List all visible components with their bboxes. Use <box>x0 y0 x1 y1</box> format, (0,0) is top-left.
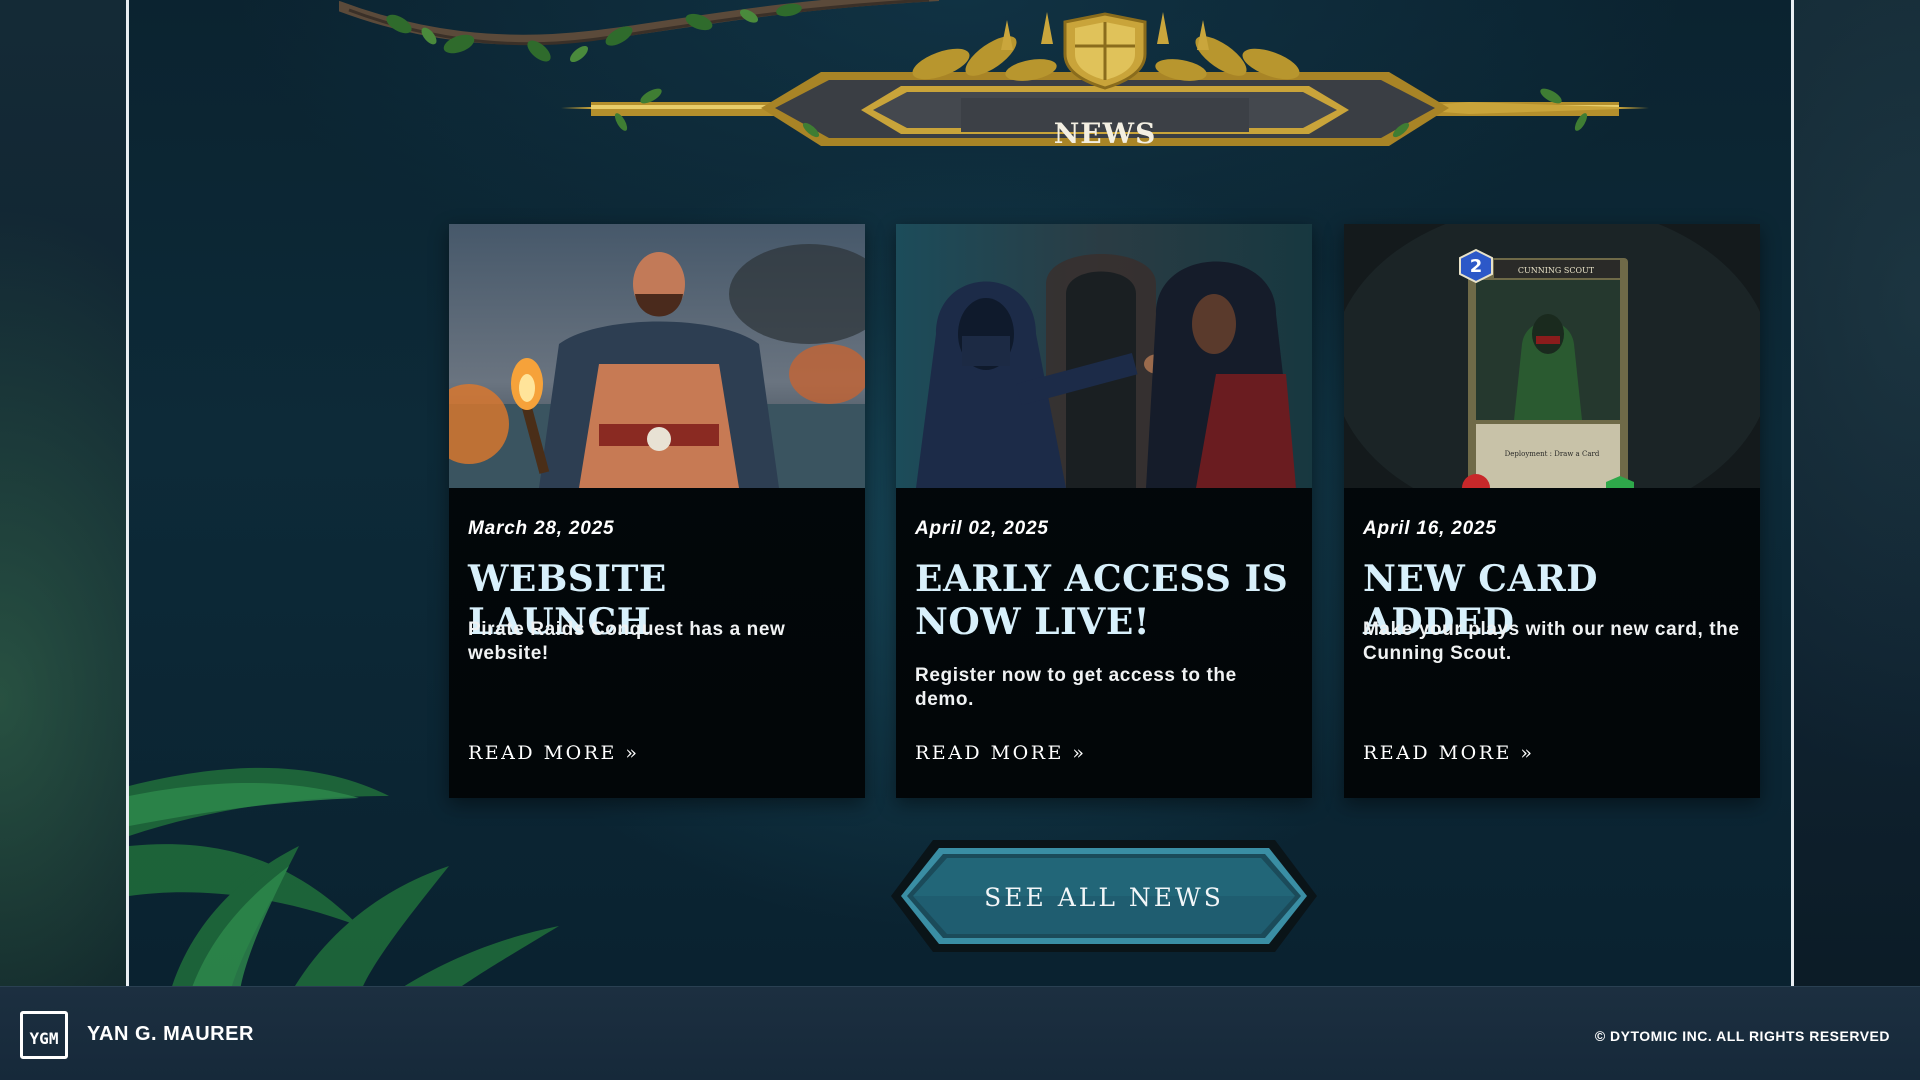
news-card-image[interactable] <box>449 224 865 488</box>
see-all-news-label: SEE ALL NEWS <box>984 883 1224 912</box>
see-all-news-button[interactable]: SEE ALL NEWS <box>891 836 1317 956</box>
card-cost: 2 <box>1470 256 1483 277</box>
logo-text: YGM <box>30 1029 59 1048</box>
news-cards: March 28, 2025 WEBSITE LAUNCH Pirate Rai… <box>449 224 1761 798</box>
news-card-image[interactable] <box>896 224 1312 488</box>
game-card-illustration: CUNNING SCOUT Deployment : Draw a Card 2 <box>1344 224 1760 488</box>
news-date: April 02, 2025 <box>915 518 1049 539</box>
read-more-link[interactable]: READ MORE » <box>1363 742 1535 764</box>
news-date: April 16, 2025 <box>1363 518 1497 539</box>
footer: YGM YAN G. MAURER © DYTOMIC INC. ALL RIG… <box>0 986 1920 1080</box>
news-description: Make your plays with our new card, the C… <box>1363 619 1740 664</box>
section-title: NEWS <box>1053 117 1157 150</box>
news-card[interactable]: March 28, 2025 WEBSITE LAUNCH Pirate Rai… <box>449 224 865 798</box>
card-art-ability: Deployment : Draw a Card <box>1505 450 1600 458</box>
footer-copyright: © DYTOMIC INC. ALL RIGHTS RESERVED <box>1594 1028 1890 1044</box>
news-card-image[interactable]: CUNNING SCOUT Deployment : Draw a Card 2 <box>1344 224 1760 488</box>
news-banner: NEWS <box>561 10 1649 170</box>
hooded-figures-illustration <box>896 224 1312 488</box>
footer-author-name[interactable]: YAN G. MAURER <box>87 1023 254 1046</box>
news-title[interactable]: EARLY ACCESS IS NOW LIVE! <box>915 558 1305 644</box>
ygm-logo-mark: YGM <box>30 1029 59 1048</box>
card-art-name: CUNNING SCOUT <box>1518 266 1595 275</box>
read-more-link[interactable]: READ MORE » <box>468 742 640 764</box>
news-description: Register now to get access to the demo. <box>915 665 1237 710</box>
news-section: NEWS March 28, 2025 WEBSITE LAUNCH Pirat… <box>126 0 1794 986</box>
ygm-logo-icon[interactable]: YGM <box>20 1011 68 1059</box>
news-card[interactable]: CUNNING SCOUT Deployment : Draw a Card 2… <box>1344 224 1760 798</box>
news-description: Pirate Raids Conquest has a new website! <box>468 619 786 664</box>
read-more-link[interactable]: READ MORE » <box>915 742 1087 764</box>
news-date: March 28, 2025 <box>468 518 615 539</box>
news-card[interactable]: April 02, 2025 EARLY ACCESS IS NOW LIVE!… <box>896 224 1312 798</box>
warrior-illustration <box>449 224 865 488</box>
